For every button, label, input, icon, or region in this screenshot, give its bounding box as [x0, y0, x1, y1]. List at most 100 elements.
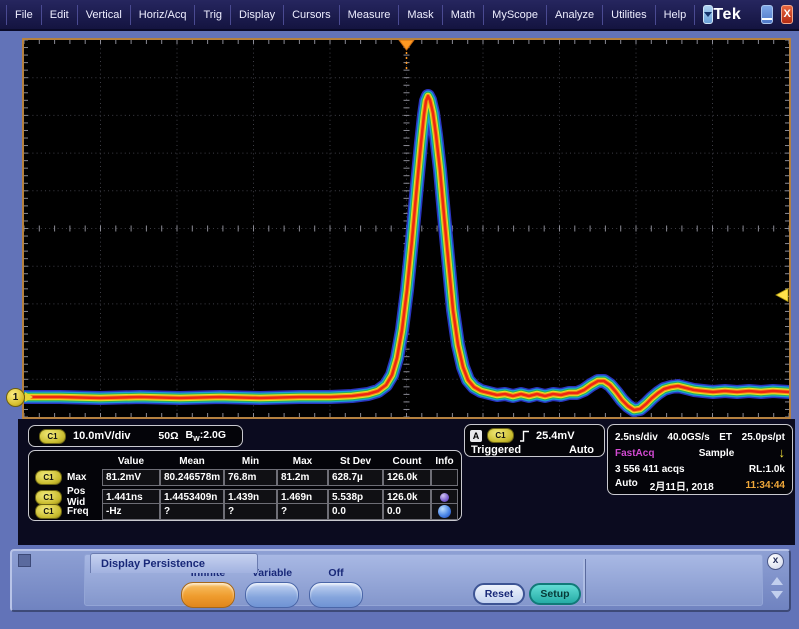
- trigger-level-marker[interactable]: [776, 289, 788, 302]
- menu-bar: File Edit Vertical Horiz/Acq Trig Displa…: [0, 0, 799, 31]
- window-close-button[interactable]: X: [781, 5, 793, 24]
- menu-cursors[interactable]: Cursors: [284, 5, 340, 25]
- meas-name: Max: [67, 472, 86, 483]
- chevron-down-icon[interactable]: [771, 591, 783, 599]
- meas-max: ?: [277, 503, 328, 520]
- infinite-button[interactable]: [181, 582, 235, 608]
- acquisition-readout[interactable]: 2.5ns/div 40.0GS/s ET 25.0ps/pt FastAcq …: [607, 424, 793, 495]
- meas-name: Freq: [67, 506, 89, 517]
- trigger-mode: Auto: [569, 444, 594, 456]
- trigger-status: Triggered: [471, 444, 521, 456]
- menu-vertical[interactable]: Vertical: [78, 5, 131, 25]
- channel-scale: 10.0mV/div: [73, 430, 130, 442]
- off-button[interactable]: [309, 582, 363, 608]
- minimize-icon: [762, 18, 772, 20]
- channel-impedance: 50Ω: [158, 430, 178, 442]
- menu-trig[interactable]: Trig: [195, 5, 231, 25]
- tek-logo: Tek: [713, 6, 741, 24]
- channel-badge: C1: [487, 428, 514, 443]
- col-value: Value: [102, 456, 160, 467]
- persistence-option-variable: Variable: [236, 567, 308, 608]
- oscilloscope-screen: File Edit Vertical Horiz/Acq Trig Displa…: [0, 0, 799, 629]
- waveform-svg: [24, 40, 789, 417]
- run-mode: Auto: [615, 478, 638, 493]
- acq-line2: FastAcq Sample ↓: [615, 445, 785, 461]
- channel-marker[interactable]: 1: [6, 388, 40, 407]
- acq-line4: Auto 2月11日, 2018 11:34:44: [615, 477, 785, 493]
- measurement-table: Value Mean Min Max St Dev Count Info C1M…: [28, 450, 462, 521]
- trigger-line1: A C1 25.4mV: [470, 428, 598, 443]
- resolution: 25.0ps/pt: [742, 432, 785, 443]
- record-length: RL:1.0k: [749, 464, 785, 475]
- meas-info-cell: [431, 503, 458, 520]
- col-info: Info: [431, 456, 458, 467]
- table-row: C1Max 81.2mV 80.246578m 76.8m 81.2m 628.…: [32, 469, 461, 486]
- col-min: Min: [224, 456, 277, 467]
- table-row: C1Freq -Hz ? ? ? 0.0 0.0: [32, 503, 461, 520]
- info-icon[interactable]: [438, 505, 451, 518]
- meas-count: 126.0k: [383, 469, 431, 486]
- timebase: 2.5ns/div: [615, 432, 658, 443]
- trigger-readout[interactable]: A C1 25.4mV Triggered Auto: [464, 424, 605, 457]
- channel-badge: C1: [35, 504, 62, 519]
- meas-stdev: 0.0: [328, 503, 383, 520]
- panel-divider: [583, 559, 586, 603]
- col-mean: Mean: [160, 456, 224, 467]
- menu-overflow-button[interactable]: [703, 5, 713, 24]
- menu-horiz-acq[interactable]: Horiz/Acq: [131, 5, 196, 25]
- meas-max: 81.2m: [277, 469, 328, 486]
- col-max: Max: [277, 456, 328, 467]
- col-stdev: St Dev: [328, 456, 383, 467]
- info-icon[interactable]: [440, 493, 449, 502]
- acq-mode: Sample: [699, 448, 735, 459]
- menu-help[interactable]: Help: [656, 5, 696, 25]
- channel-number-badge: 1: [6, 388, 25, 407]
- panel-close-button[interactable]: x: [767, 553, 784, 570]
- bw-tail: :2.0G: [200, 429, 226, 441]
- menu-analyze[interactable]: Analyze: [547, 5, 603, 25]
- channel-badge: C1: [39, 429, 66, 444]
- menu-utilities[interactable]: Utilities: [603, 5, 655, 25]
- panel-grip[interactable]: [18, 554, 31, 567]
- col-count: Count: [383, 456, 431, 467]
- chevron-up-icon[interactable]: [771, 577, 783, 585]
- table-row: C1Pos Wid 1.441ns 1.4453409n 1.439n 1.46…: [32, 486, 461, 503]
- measurement-header-row: Value Mean Min Max St Dev Count Info: [32, 454, 461, 469]
- option-label: Off: [300, 567, 372, 579]
- bw-sub: W: [193, 436, 200, 443]
- meas-stdev: 628.7µ: [328, 469, 383, 486]
- trigger-level-value: 25.4mV: [536, 430, 575, 442]
- meas-label: C1 Freq: [32, 504, 102, 519]
- menu-file[interactable]: File: [6, 5, 42, 25]
- menu-display[interactable]: Display: [231, 5, 284, 25]
- clock: 11:34:44: [746, 480, 785, 491]
- arrow-down-icon: ↓: [779, 448, 786, 458]
- display-persistence-panel: Display Persistence Infinite Variable Of…: [10, 549, 791, 612]
- persistence-trace: [24, 96, 789, 410]
- meas-info-cell: [431, 469, 458, 486]
- menu-measure[interactable]: Measure: [340, 5, 400, 25]
- trigger-line2: Triggered Auto: [470, 443, 598, 457]
- reset-button[interactable]: Reset: [473, 583, 525, 605]
- acq-line1: 2.5ns/div 40.0GS/s ET 25.0ps/pt: [615, 429, 785, 445]
- menu-mask[interactable]: Mask: [399, 5, 442, 25]
- date-group: Auto 2月11日, 2018: [615, 478, 714, 493]
- setup-button[interactable]: Setup: [529, 583, 581, 605]
- channel-readout[interactable]: C1 10.0mV/div 50Ω BW:2.0G: [28, 425, 243, 447]
- meas-mean: ?: [160, 503, 224, 520]
- readout-area: C1 10.0mV/div 50Ω BW:2.0G Value Mean Min…: [18, 419, 795, 545]
- channel-arrow-icon: [25, 392, 33, 402]
- meas-value: 81.2mV: [102, 469, 160, 486]
- meas-mean: 80.246578m: [160, 469, 224, 486]
- trigger-bus-badge: A: [470, 430, 482, 442]
- rising-edge-icon: [519, 429, 531, 443]
- panel-title-tab: Display Persistence: [90, 553, 258, 573]
- sample-rate: 40.0GS/s: [667, 432, 709, 443]
- fastacq-label: FastAcq: [615, 448, 654, 459]
- menu-myscope[interactable]: MyScope: [484, 5, 547, 25]
- waveform-display: [22, 38, 791, 419]
- window-minimize-button[interactable]: [761, 5, 773, 24]
- menu-math[interactable]: Math: [443, 5, 484, 25]
- variable-button[interactable]: [245, 582, 299, 608]
- menu-edit[interactable]: Edit: [42, 5, 78, 25]
